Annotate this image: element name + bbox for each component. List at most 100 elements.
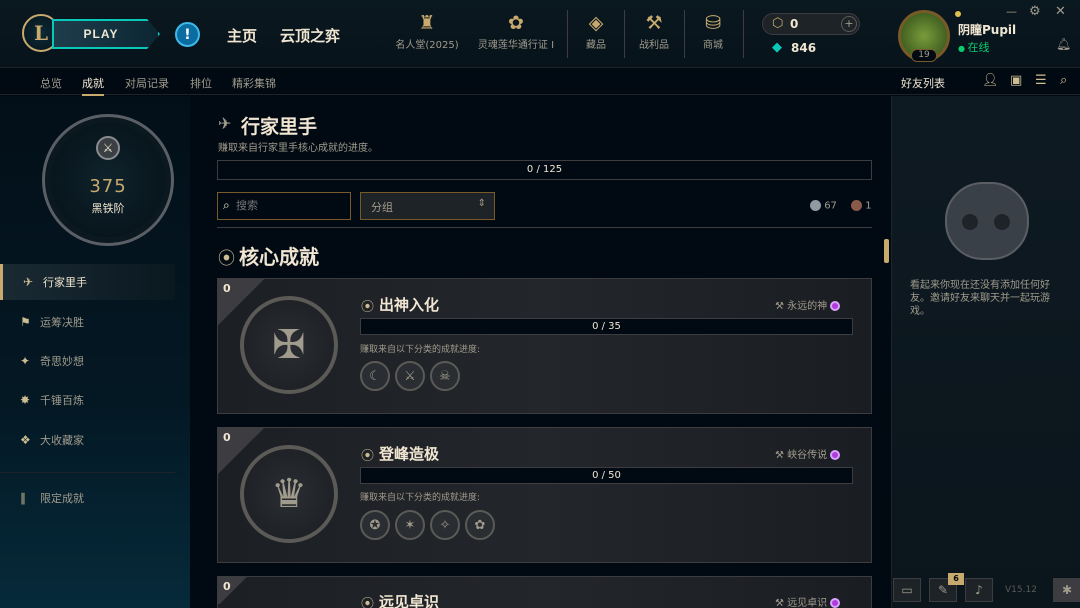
reward-icon: ⚒ <box>775 301 788 312</box>
tab-achievements[interactable]: 成就 <box>82 75 104 96</box>
add-friend-icon[interactable]: 👤︎ <box>982 73 999 88</box>
sidebar-item-veteran[interactable]: ✸ 千锤百炼 <box>0 382 175 418</box>
divider <box>743 10 744 58</box>
category-icon[interactable]: ✧ <box>430 510 460 540</box>
category-icon[interactable]: ☠ <box>430 361 460 391</box>
expert-icon: ✈ <box>23 275 34 289</box>
tab-overview[interactable]: 总览 <box>40 75 62 91</box>
category-icon[interactable]: ✿ <box>465 510 495 540</box>
divider <box>624 10 625 58</box>
tab-match-history[interactable]: 对局记录 <box>125 75 169 91</box>
search-input[interactable] <box>236 196 346 216</box>
tab-ranked[interactable]: 排位 <box>190 75 212 91</box>
loot-icon: ⚒ <box>645 12 663 34</box>
card-title: 登峰造极 <box>379 445 440 463</box>
list-view-icon[interactable]: ☰ <box>1035 73 1047 88</box>
search-icon: ⌕ <box>223 198 230 212</box>
rank-tier: 黑铁阶 <box>91 202 125 215</box>
sidebar-item-imagination[interactable]: ✦ 奇思妙想 <box>0 343 175 379</box>
rp-value: 0 <box>790 17 799 31</box>
target-icon: ⦿ <box>361 300 375 315</box>
achievement-emblem-icon: ♛ <box>240 445 338 543</box>
bug-report-icon[interactable]: ✱ <box>1053 578 1080 602</box>
stat-silver: 67 <box>810 200 837 212</box>
tab-highlights[interactable]: 精彩集锦 <box>232 75 276 91</box>
achievement-content: ✈ 行家里手 赚取来自行家里手核心成就的进度。 0 / 125 ⌕ 分组⇕ 67… <box>190 96 890 608</box>
page-title: 行家里手 <box>241 116 318 138</box>
achievement-emblem-icon: ✠ <box>240 296 338 394</box>
group-select[interactable]: 分组 ⇕ <box>360 192 495 220</box>
nav-hall-of-legends[interactable]: ♜ 名人堂(2025) <box>392 12 462 51</box>
card-progress-bar: 0 / 35 <box>360 318 853 335</box>
close-icon[interactable]: ✕ <box>1055 4 1066 19</box>
nav-store[interactable]: ⛁ 商城 <box>695 12 731 51</box>
card-title-reward: ⚒ 远见卓识 <box>775 594 841 608</box>
sidebar-item-collector[interactable]: ❖ 大收藏家 <box>0 422 175 458</box>
bronze-token-icon <box>851 200 862 211</box>
microphone-icon[interactable]: ♪ <box>965 578 993 602</box>
poro-eye <box>962 214 978 230</box>
nav-tft[interactable]: 云顶之弈 <box>280 25 340 46</box>
blue-essence-value: 846 <box>791 41 817 55</box>
friends-list-title: 好友列表 <box>901 77 945 90</box>
silver-token-icon <box>810 200 821 211</box>
scrollbar-thumb[interactable] <box>884 239 889 263</box>
blue-essence-icon: ◆ <box>772 40 782 55</box>
chat-icon[interactable]: ▭ <box>893 578 921 602</box>
nav-loot[interactable]: ⚒ 战利品 <box>634 12 674 51</box>
poro-eye <box>994 214 1010 230</box>
category-icon[interactable]: ⚔ <box>395 361 425 391</box>
target-icon: ⦿ <box>361 597 375 608</box>
card-title: 出神入化 <box>379 296 440 314</box>
achievement-card[interactable] <box>217 576 872 608</box>
section-title: 核心成就 <box>239 245 319 269</box>
category-icon[interactable]: ✶ <box>395 510 425 540</box>
gem-icon <box>830 598 841 608</box>
star-icon: ✸ <box>20 393 31 407</box>
reward-icon: ⚒ <box>775 450 788 461</box>
stat-bronze: 1 <box>851 200 872 212</box>
nav-collection[interactable]: ◈ 藏品 <box>578 12 614 51</box>
flag-icon: ⚑ <box>20 315 31 329</box>
status-dot <box>955 11 961 17</box>
card-progress-bar: 0 / 50 <box>360 467 853 484</box>
sidebar-item-strategy[interactable]: ⚑ 运筹决胜 <box>0 304 175 340</box>
summoner-name[interactable]: 阴瞳Pupil <box>958 21 1016 38</box>
rank-points: 375 <box>89 176 127 197</box>
core-target-icon: ⦿ <box>218 249 235 269</box>
pillar-icon: ∥ <box>20 491 26 505</box>
play-button[interactable]: PLAY <box>52 19 160 49</box>
card-count: 0 <box>223 282 231 295</box>
sidebar-item-expert[interactable]: ✈ 行家里手 <box>0 264 175 300</box>
add-rp-icon[interactable]: + <box>841 16 857 32</box>
settings-gear-icon[interactable]: ⚙ <box>1029 4 1041 19</box>
top-bar: L PLAY ! 主页 云顶之弈 ♜ 名人堂(2025) ✿ 灵魂莲华通行证 I ◈… <box>0 0 1080 68</box>
alert-icon[interactable]: ! <box>175 22 200 47</box>
card-title-reward: ⚒ 永远的神 <box>775 297 841 312</box>
nav-home[interactable]: 主页 <box>227 25 257 46</box>
collection-icon: ◈ <box>588 12 604 34</box>
card-title-reward: ⚒ 峡谷传说 <box>775 446 841 461</box>
category-icon[interactable]: ☾ <box>360 361 390 391</box>
card-title: 远见卓识 <box>379 593 440 608</box>
online-status[interactable]: ● 在线 <box>958 39 990 55</box>
poro-mascot-icon <box>945 182 1029 260</box>
card-count: 0 <box>223 431 231 444</box>
achievement-sidebar: ⚔ 375 黑铁阶 ✈ 行家里手 ⚑ 运筹决胜 ✦ 奇思妙想 ✸ 千锤百炼 ❖ 大收藏家 … <box>0 96 190 608</box>
rank-emblem-icon: ⚔ <box>96 136 120 160</box>
nav-battle-pass[interactable]: ✿ 灵魂莲华通行证 I <box>475 12 557 51</box>
divider <box>567 10 568 58</box>
card-description: 赚取来自以下分类的成就进度: <box>360 345 481 355</box>
notification-bell-icon[interactable]: 🔔︎ <box>1056 37 1071 51</box>
category-icon[interactable]: ✪ <box>360 510 390 540</box>
expert-icon: ✈ <box>218 114 232 133</box>
search-icon[interactable]: ⌕ <box>1060 73 1067 88</box>
divider <box>0 472 175 473</box>
sidebar-item-limited[interactable]: ∥ 限定成就 <box>0 480 175 516</box>
spark-icon: ✦ <box>20 354 31 368</box>
store-icon: ⛁ <box>705 12 721 34</box>
lotus-icon: ✿ <box>508 12 524 34</box>
level-badge: 19 <box>911 49 937 62</box>
minimize-button[interactable]: — <box>1006 5 1017 18</box>
add-folder-icon[interactable]: ▣ <box>1010 73 1022 88</box>
